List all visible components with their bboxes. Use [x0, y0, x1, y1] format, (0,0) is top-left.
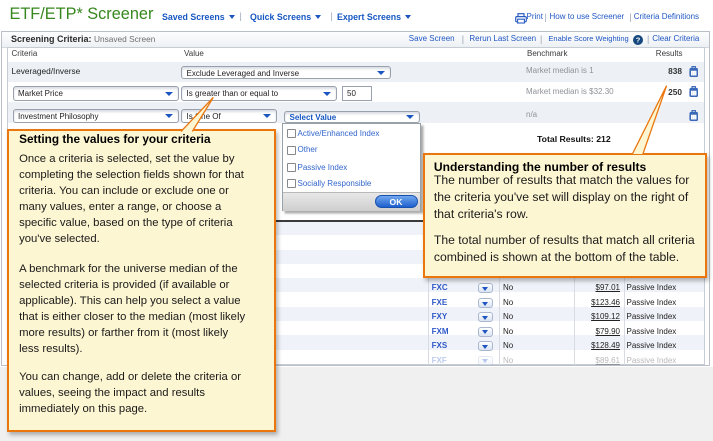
svg-text:?: ? [635, 36, 640, 45]
